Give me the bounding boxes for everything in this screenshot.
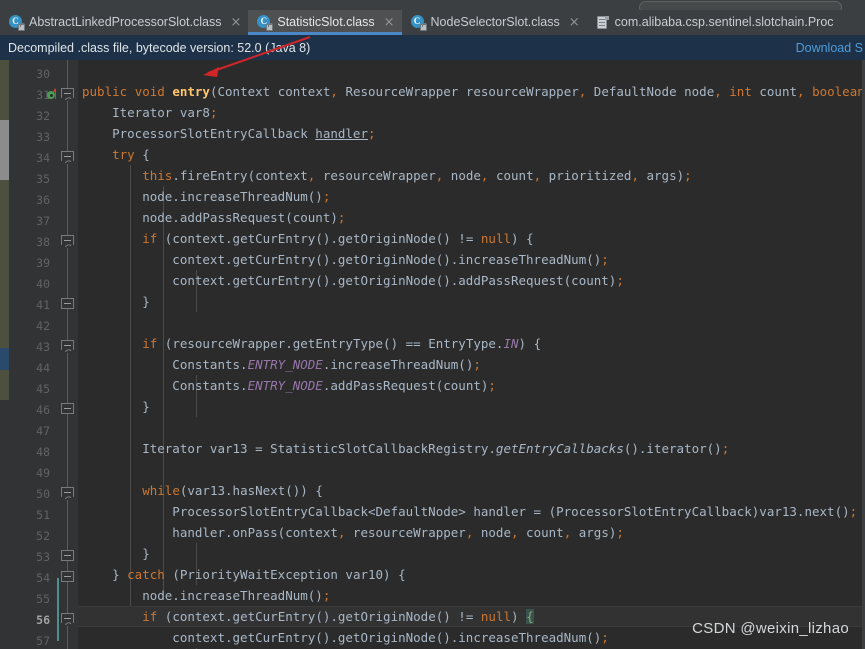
fold-collapse-icon[interactable] xyxy=(60,87,75,102)
code-line[interactable]: ProcessorSlotEntryCallback handler; xyxy=(78,123,865,144)
tab-statisticslot[interactable]: C StatisticSlot.class × xyxy=(248,10,402,35)
line-number: 40 xyxy=(36,277,50,291)
tab-label: NodeSelectorSlot.class xyxy=(430,15,560,29)
code-line[interactable]: context.getCurEntry().getOriginNode().in… xyxy=(78,249,865,270)
csdn-watermark: CSDN @weixin_lizhao xyxy=(692,620,849,637)
fold-collapse-icon[interactable] xyxy=(60,234,75,249)
code-line[interactable]: Iterator var13 = StatisticSlotCallbackRe… xyxy=(78,438,865,459)
line-number: 54 xyxy=(36,571,50,585)
ide-window: C AbstractLinkedProcessorSlot.class × C … xyxy=(0,0,865,649)
line-number: 34 xyxy=(36,151,50,165)
fold-region-end-icon[interactable] xyxy=(60,402,75,417)
notification-message: Decompiled .class file, bytecode version… xyxy=(8,40,311,55)
line-number: 33 xyxy=(36,130,50,144)
java-class-icon: C xyxy=(410,15,427,31)
line-number: 57 xyxy=(36,634,50,648)
line-number: 48 xyxy=(36,445,50,459)
code-line[interactable]: if (resourceWrapper.getEntryType() == En… xyxy=(78,333,865,354)
fold-region-end-icon[interactable] xyxy=(60,297,75,312)
marker-strip[interactable] xyxy=(0,60,9,649)
line-number: 39 xyxy=(36,256,50,270)
line-number: 32 xyxy=(36,109,50,123)
code-line[interactable]: this.fireEntry(context, resourceWrapper,… xyxy=(78,165,865,186)
editor-tab-bar: C AbstractLinkedProcessorSlot.class × C … xyxy=(0,10,865,35)
line-number: 51 xyxy=(36,508,50,522)
decompiled-file-icon xyxy=(596,15,610,30)
tab-label: AbstractLinkedProcessorSlot.class xyxy=(29,15,222,29)
code-line[interactable]: handler.onPass(context, resourceWrapper,… xyxy=(78,522,865,543)
code-line[interactable]: if (context.getCurEntry().getOriginNode(… xyxy=(78,228,865,249)
line-number-gutter[interactable]: 30 31 32 33 34 35 36 37 38 39 40 41 42 43 44 45 46 47 48 49… xyxy=(9,60,57,649)
fold-collapse-icon[interactable] xyxy=(60,150,75,165)
tab-abstractlinkedprocessorslot[interactable]: C AbstractLinkedProcessorSlot.class × xyxy=(0,10,248,35)
line-number: 38 xyxy=(36,235,50,249)
fold-region-end-icon[interactable] xyxy=(60,549,75,564)
marker-dark xyxy=(0,400,9,649)
line-number: 36 xyxy=(36,193,50,207)
code-text-area[interactable]: public void entry(Context context, Resou… xyxy=(78,60,865,649)
code-line[interactable] xyxy=(78,459,865,480)
code-line[interactable]: context.getCurEntry().getOriginNode().ad… xyxy=(78,270,865,291)
line-number: 45 xyxy=(36,382,50,396)
tab-label: com.alibaba.csp.sentinel.slotchain.Proc xyxy=(614,15,834,29)
line-number: 37 xyxy=(36,214,50,228)
code-line[interactable]: while(var13.hasNext()) { xyxy=(78,480,865,501)
code-editor[interactable]: 30 31 32 33 34 35 36 37 38 39 40 41 42 43 44 45 46 47 48 49… xyxy=(0,60,865,649)
code-line[interactable]: node.addPassRequest(count); xyxy=(78,207,865,228)
close-icon[interactable]: × xyxy=(569,10,580,35)
fold-collapse-icon[interactable] xyxy=(60,612,75,627)
tab-nodeselectorslot[interactable]: C NodeSelectorSlot.class × xyxy=(402,10,587,35)
code-line[interactable]: } xyxy=(78,396,865,417)
changed-lines-marker xyxy=(57,578,59,641)
line-number: 49 xyxy=(36,466,50,480)
line-number: 44 xyxy=(36,361,50,375)
marker-grey xyxy=(0,120,9,180)
line-number: 50 xyxy=(36,487,50,501)
marker-blue xyxy=(0,348,9,370)
fold-collapse-icon[interactable] xyxy=(60,339,75,354)
line-number: 35 xyxy=(36,172,50,186)
line-number: 43 xyxy=(36,340,50,354)
decompiled-notification-bar: Decompiled .class file, bytecode version… xyxy=(0,35,865,60)
code-line[interactable] xyxy=(78,417,865,438)
code-line[interactable]: } xyxy=(78,291,865,312)
line-number: 47 xyxy=(36,424,50,438)
line-number: 31 xyxy=(36,88,50,102)
code-line[interactable]: } xyxy=(78,543,865,564)
code-line[interactable]: node.increaseThreadNum(); xyxy=(78,186,865,207)
line-number: 55 xyxy=(36,592,50,606)
code-line[interactable]: Constants.ENTRY_NODE.addPassRequest(coun… xyxy=(78,375,865,396)
fold-region-end-icon[interactable] xyxy=(60,570,75,585)
code-line[interactable]: Iterator var8; xyxy=(78,102,865,123)
code-line[interactable] xyxy=(78,312,865,333)
java-class-icon: C xyxy=(257,15,274,31)
code-folding-gutter[interactable] xyxy=(56,60,78,649)
line-number: 56 xyxy=(36,613,50,627)
line-number: 52 xyxy=(36,529,50,543)
line-number: 30 xyxy=(36,67,50,81)
close-icon[interactable]: × xyxy=(230,10,241,35)
code-line[interactable]: Constants.ENTRY_NODE.increaseThreadNum()… xyxy=(78,354,865,375)
tab-processorslot-source[interactable]: com.alibaba.csp.sentinel.slotchain.Proc xyxy=(587,10,841,35)
code-line[interactable]: } catch (PriorityWaitException var10) { xyxy=(78,564,865,585)
line-number: 42 xyxy=(36,319,50,333)
line-number: 46 xyxy=(36,403,50,417)
code-line[interactable]: public void entry(Context context, Resou… xyxy=(78,81,865,102)
code-line[interactable]: node.increaseThreadNum(); xyxy=(78,585,865,606)
code-line[interactable]: try { xyxy=(78,144,865,165)
code-line[interactable]: ProcessorSlotEntryCallback<DefaultNode> … xyxy=(78,501,865,522)
java-class-icon: C xyxy=(9,15,25,31)
code-line[interactable] xyxy=(78,60,865,81)
download-sources-link[interactable]: Download S xyxy=(796,41,865,55)
fold-collapse-icon[interactable] xyxy=(60,486,75,501)
toolbar-strip xyxy=(0,0,865,14)
line-number: 41 xyxy=(36,298,50,312)
line-number: 53 xyxy=(36,550,50,564)
